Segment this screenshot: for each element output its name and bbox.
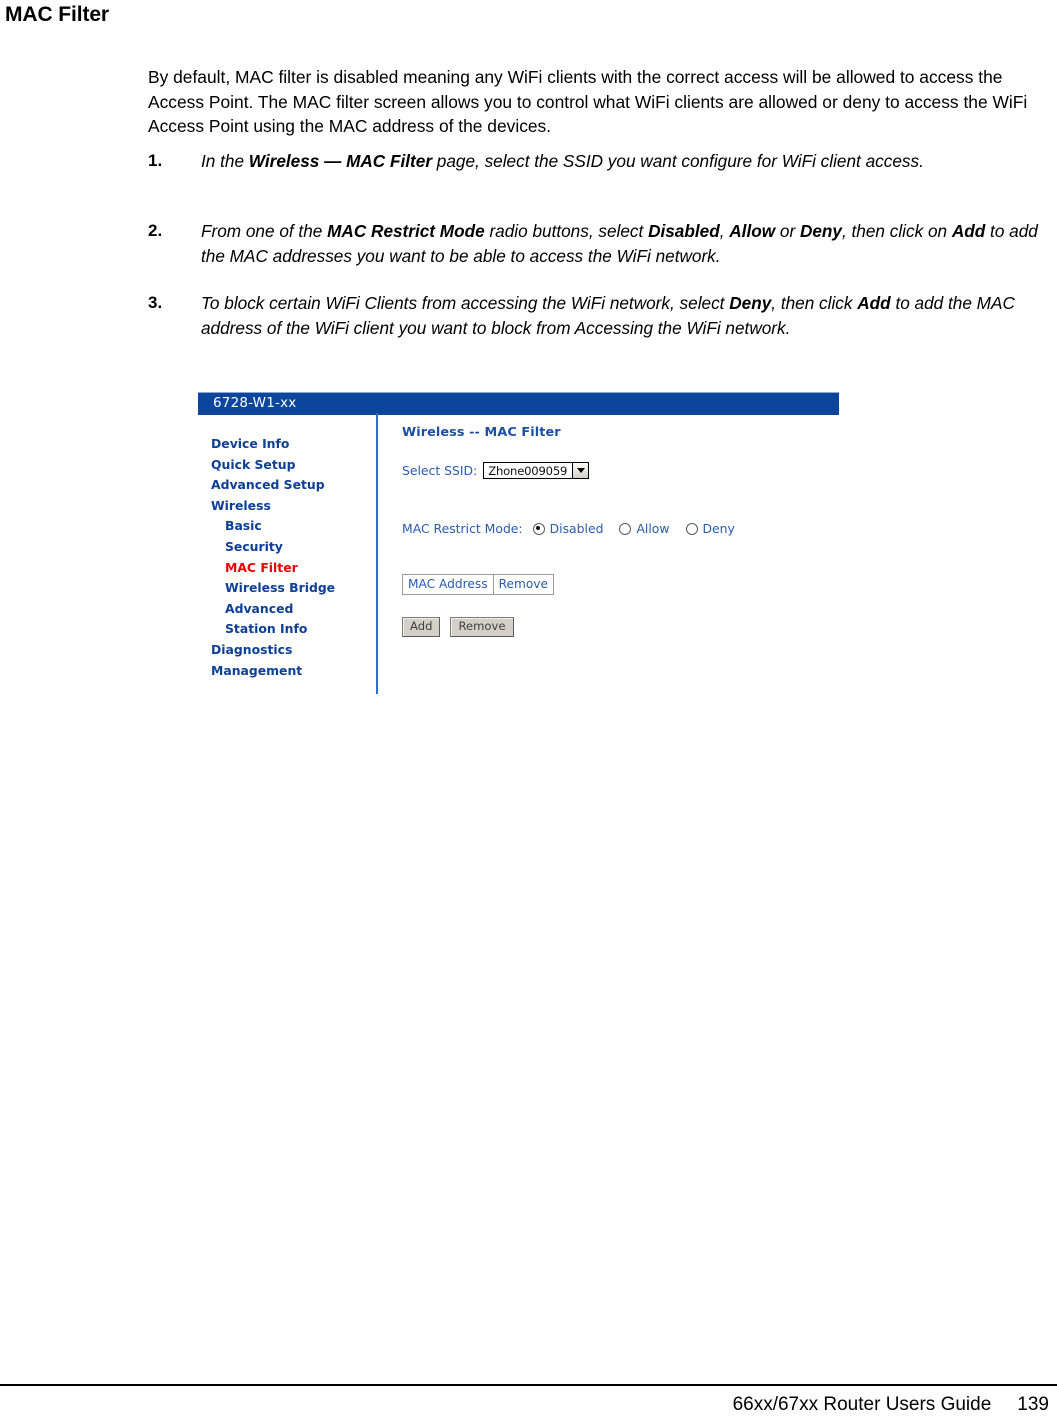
sidebar-item-basic[interactable]: Basic [211, 516, 371, 537]
sidebar-item-quick-setup[interactable]: Quick Setup [211, 455, 371, 476]
router-titlebar: 6728-W1-xx [198, 392, 839, 415]
select-ssid-label: Select SSID: [402, 463, 478, 478]
sidebar-item-wireless[interactable]: Wireless [211, 496, 371, 517]
radio-disabled[interactable]: Disabled [532, 521, 604, 536]
radio-allow-icon[interactable] [619, 522, 632, 535]
router-admin-screenshot: 6728-W1-xx Device Info Quick Setup Advan… [198, 392, 839, 697]
select-ssid-row: Select SSID: Zhone009059 [402, 462, 832, 479]
page-number: 139 [1017, 1394, 1049, 1415]
step-number: 1. [148, 151, 163, 170]
chevron-down-icon[interactable] [572, 463, 589, 478]
footer-guide-title: 66xx/67xx Router Users Guide [732, 1394, 992, 1415]
page-title: MAC Filter [5, 3, 110, 26]
footer-divider [0, 1384, 1057, 1386]
sidebar-item-advanced-setup[interactable]: Advanced Setup [211, 475, 371, 496]
mac-address-table: MAC Address Remove [402, 574, 555, 595]
step-text: To block certain WiFi Clients from acces… [201, 293, 1015, 338]
router-model-label: 6728-W1-xx [213, 395, 297, 411]
step-number: 3. [148, 293, 163, 312]
radio-disabled-label: Disabled [549, 521, 604, 536]
radio-allow-label: Allow [636, 521, 670, 536]
nav-content-divider [376, 413, 378, 694]
radio-disabled-icon[interactable] [532, 522, 545, 535]
radio-allow[interactable]: Allow [619, 521, 670, 536]
column-header-remove: Remove [493, 574, 554, 595]
router-sidebar-nav: Device Info Quick Setup Advanced Setup W… [211, 434, 371, 681]
add-button[interactable]: Add [402, 617, 441, 637]
intro-paragraph: By default, MAC filter is disabled meani… [148, 67, 1028, 137]
step-item: 3. To block certain WiFi Clients from ac… [148, 291, 1038, 340]
step-item: 2. From one of the MAC Restrict Mode rad… [148, 219, 1038, 268]
select-ssid-value: Zhone009059 [488, 463, 568, 478]
radio-deny-label: Deny [702, 521, 735, 536]
remove-button[interactable]: Remove [450, 617, 514, 637]
sidebar-item-device-info[interactable]: Device Info [211, 434, 371, 455]
router-main-pane: Wireless -- MAC Filter Select SSID: Zhon… [402, 425, 832, 637]
table-header-row: MAC Address Remove [402, 574, 554, 595]
sidebar-item-security[interactable]: Security [211, 537, 371, 558]
mac-restrict-mode-row: MAC Restrict Mode: Disabled Allow Deny [402, 521, 832, 536]
action-button-row: Add Remove [402, 617, 832, 637]
sidebar-item-management[interactable]: Management [211, 661, 371, 682]
sidebar-item-diagnostics[interactable]: Diagnostics [211, 640, 371, 661]
step-text: From one of the MAC Restrict Mode radio … [201, 221, 1038, 266]
sidebar-item-wireless-bridge[interactable]: Wireless Bridge [211, 578, 371, 599]
radio-deny-icon[interactable] [685, 522, 698, 535]
radio-deny[interactable]: Deny [685, 521, 735, 536]
step-number: 2. [148, 221, 163, 240]
sidebar-item-mac-filter[interactable]: MAC Filter [211, 558, 371, 579]
column-header-mac-address: MAC Address [402, 574, 494, 595]
main-pane-heading: Wireless -- MAC Filter [402, 425, 561, 440]
sidebar-item-advanced[interactable]: Advanced [211, 599, 371, 620]
step-item: 1. In the Wireless — MAC Filter page, se… [148, 149, 1038, 174]
mac-restrict-mode-label: MAC Restrict Mode: [402, 521, 523, 536]
footer: 66xx/67xx Router Users Guide 139 [733, 1392, 1049, 1418]
step-text: In the Wireless — MAC Filter page, selec… [201, 151, 924, 171]
sidebar-item-station-info[interactable]: Station Info [211, 619, 371, 640]
select-ssid-dropdown[interactable]: Zhone009059 [483, 462, 590, 479]
